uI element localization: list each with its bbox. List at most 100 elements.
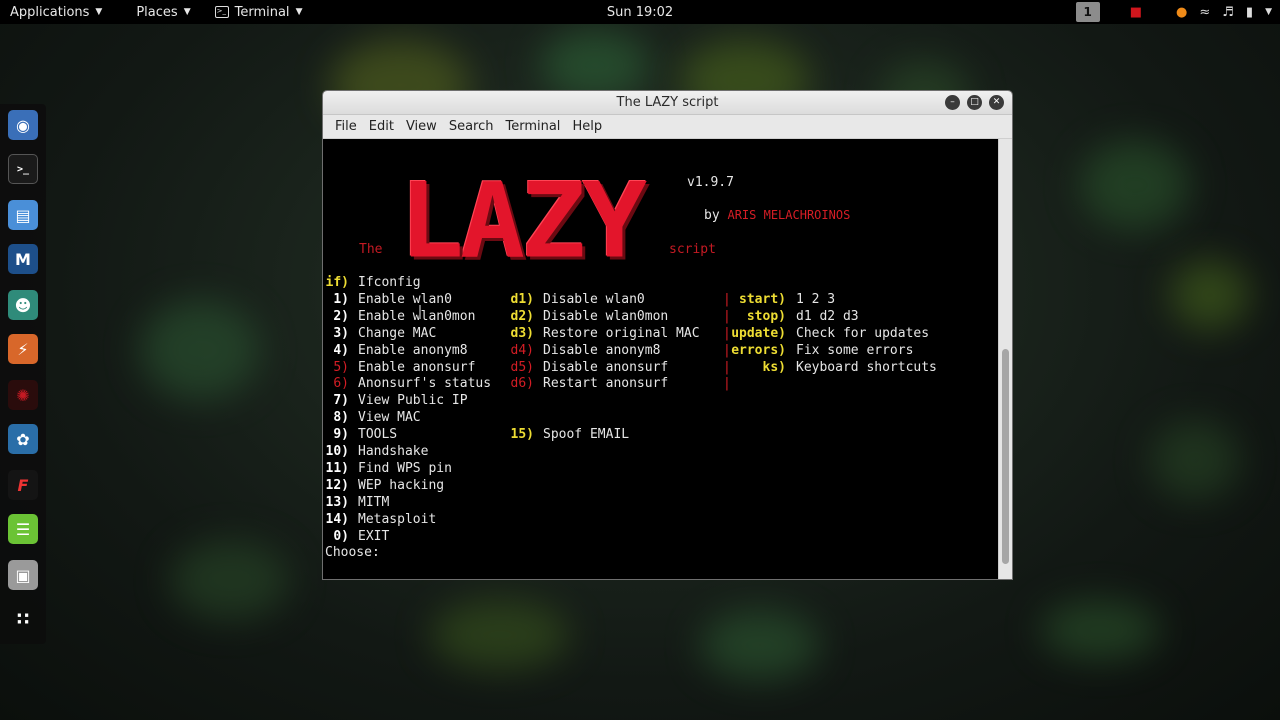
banner-script: script xyxy=(669,242,716,257)
scrollbar-thumb[interactable] xyxy=(1002,349,1009,564)
applications-menu[interactable]: Applications ▼ xyxy=(0,0,112,24)
menu-option-label: Enable wlan0 xyxy=(358,291,452,307)
menu-option-label: Disable anonym8 xyxy=(543,342,661,358)
terminal-app-menu[interactable]: >_ Terminal ▼ xyxy=(205,0,313,24)
menu-option-label: d1 d2 d3 xyxy=(796,308,859,324)
background-leaf xyxy=(1040,600,1160,660)
menu-option-label: Handshake xyxy=(358,444,429,459)
volume-icon[interactable]: ♬ xyxy=(1222,5,1234,20)
menu-option-label: Keyboard shortcuts xyxy=(796,359,937,375)
menu-option-key: 4) xyxy=(333,342,349,358)
menu-option-label: Ifconfig xyxy=(358,275,421,290)
web-browser-icon[interactable]: ◉ xyxy=(8,110,38,140)
dock: ◉ >_ ▤ M ☻ ⚡ ✺ ✿ F ☰ ▣ ∷ xyxy=(0,104,46,644)
menu-option-key: 11) xyxy=(325,460,349,476)
menu-option-label: MITM xyxy=(358,494,390,510)
menu-option-key: 13) xyxy=(325,494,349,510)
menu-help[interactable]: Help xyxy=(566,119,608,134)
terminal-window: The LAZY script – □ ✕ File Edit View Sea… xyxy=(322,90,1013,580)
menu-option-label: Enable wlan0mon xyxy=(358,308,476,324)
menu-option-label: View MAC xyxy=(358,410,421,426)
applications-label: Applications xyxy=(10,4,90,20)
by-text: by xyxy=(704,208,720,223)
terminal-scrollbar[interactable] xyxy=(998,139,1012,579)
app-grid-icon[interactable]: ∷ xyxy=(8,604,38,634)
menu-option-key: stop) xyxy=(746,308,786,324)
metasploit-icon[interactable]: M xyxy=(8,244,38,274)
menu-option-key: d2) xyxy=(510,308,534,324)
menu-option-key: d6) xyxy=(510,376,534,392)
close-icon[interactable]: ✕ xyxy=(989,95,1004,110)
text-editor-icon[interactable]: ☰ xyxy=(8,514,38,544)
menu-option-key: start) xyxy=(739,291,786,307)
menu-option-label: EXIT xyxy=(358,528,390,544)
terminal-output[interactable]: LAZY The script v1.9.7 by ARIS MELACHROI… xyxy=(323,139,1000,579)
minimize-icon[interactable]: – xyxy=(945,95,960,110)
menu-terminal[interactable]: Terminal xyxy=(499,119,566,134)
menu-option-label: WEP hacking xyxy=(358,477,445,493)
window-titlebar[interactable]: The LAZY script – □ ✕ xyxy=(323,91,1012,115)
menu-view[interactable]: View xyxy=(400,119,443,134)
column-separator: | xyxy=(723,342,731,358)
background-leaf xyxy=(1150,420,1240,500)
maltego-icon[interactable]: ✿ xyxy=(8,424,38,454)
menu-option-key: update) xyxy=(731,325,786,341)
terminal-icon: >_ xyxy=(214,6,229,18)
menu-option-label: View Public IP xyxy=(358,393,468,409)
chevron-down-icon: ▼ xyxy=(183,7,191,17)
menu-option-key: d5) xyxy=(510,359,534,375)
background-leaf xyxy=(700,610,820,680)
maximize-icon[interactable]: □ xyxy=(967,95,982,110)
burpsuite-icon[interactable]: ⚡ xyxy=(8,334,38,364)
background-leaf xyxy=(170,540,290,620)
column-separator: | xyxy=(723,325,731,341)
menu-option-key: 2) xyxy=(333,308,349,324)
menu-option-key: 10) xyxy=(325,444,349,459)
recording-icon[interactable]: ■ xyxy=(1130,5,1142,20)
menu-option-key: 5) xyxy=(333,359,349,375)
menu-option-label: Find WPS pin xyxy=(358,460,452,476)
window-title: The LAZY script xyxy=(616,95,719,110)
status-dot-icon[interactable]: ● xyxy=(1176,5,1187,20)
menu-search[interactable]: Search xyxy=(443,119,500,134)
menu-option-key: if) xyxy=(325,275,349,290)
disk-icon[interactable]: ▣ xyxy=(8,560,38,590)
background-leaf xyxy=(1080,140,1190,230)
background-leaf xyxy=(430,600,570,670)
chevron-down-icon[interactable]: ▼ xyxy=(1265,7,1272,17)
menu-option-key: 3) xyxy=(333,325,349,341)
terminal-icon[interactable]: >_ xyxy=(8,154,38,184)
files-icon[interactable]: ▤ xyxy=(8,200,38,230)
system-tray: 1 ■ ● ≈ ♬ ▮ ▼ xyxy=(1075,0,1272,24)
menu-option-key: ks) xyxy=(762,359,786,375)
menu-option-label: Restart anonsurf xyxy=(543,376,669,392)
menu-option-label: Metasploit xyxy=(358,511,437,527)
battery-icon[interactable]: ▮ xyxy=(1246,5,1253,20)
menu-option-label: Change MAC xyxy=(358,325,437,341)
menu-option-key: 9) xyxy=(333,427,349,443)
mouse-cursor-icon xyxy=(419,305,421,319)
menu-option-label: Enable anonsurf xyxy=(358,359,476,375)
menu-option-label: Disable anonsurf xyxy=(543,359,669,375)
menu-file[interactable]: File xyxy=(329,119,363,134)
wifi-icon[interactable]: ≈ xyxy=(1199,5,1210,20)
faraday-icon[interactable]: ✺ xyxy=(8,380,38,410)
places-menu[interactable]: Places ▼ xyxy=(126,0,200,24)
column-separator: | xyxy=(723,376,731,392)
workspace-indicator[interactable]: 1 xyxy=(1075,2,1100,22)
armitage-icon[interactable]: ☻ xyxy=(8,290,38,320)
menu-option-key: 6) xyxy=(333,376,349,392)
menu-option-key: 12) xyxy=(325,477,349,493)
menu-edit[interactable]: Edit xyxy=(363,119,400,134)
menu-option-key: d3) xyxy=(510,325,534,341)
prompt-text: Choose: xyxy=(325,545,380,560)
lazy-logo: LAZY xyxy=(399,161,647,282)
version-text: v1.9.7 xyxy=(687,175,734,190)
menu-option-key: 15) xyxy=(510,427,534,443)
menu-option-key: d1) xyxy=(510,291,534,307)
menu-option-label: Anonsurf's status xyxy=(358,376,492,392)
menu-option-label: Disable wlan0mon xyxy=(543,308,669,324)
menu-option-key: 0) xyxy=(333,528,349,544)
menu-option-label: Enable anonym8 xyxy=(358,342,468,358)
beef-icon[interactable]: F xyxy=(8,470,38,500)
